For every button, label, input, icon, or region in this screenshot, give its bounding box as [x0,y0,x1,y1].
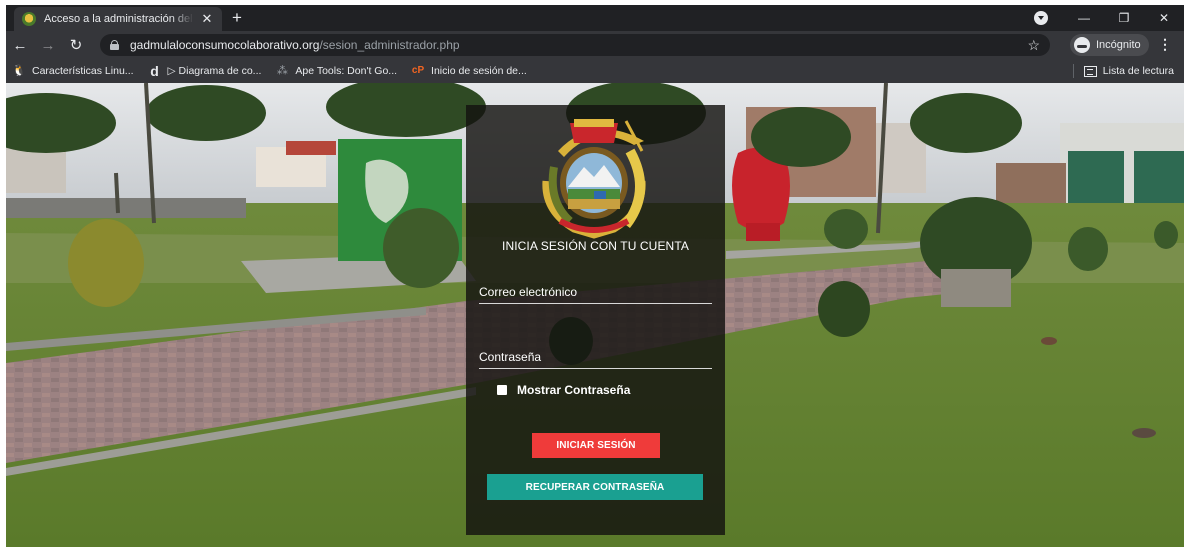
login-button[interactable]: INICIAR SESIÓN [532,433,660,458]
login-card: INICIA SESIÓN CON TU CUENTA Correo elect… [466,105,725,535]
url-text[interactable]: gadmulaloconsumocolaborativo.org/sesion_… [130,38,460,52]
browser-tab[interactable]: Acceso a la administración del co ✕ [14,7,222,31]
tab-title: Acceso a la administración del co [44,13,194,25]
password-field[interactable]: Contraseña [479,350,712,369]
show-password-label: Mostrar Contraseña [517,383,631,397]
browser-toolbar: ← → ↻ gadmulaloconsumocolaborativo.org/s… [6,31,1184,59]
show-password-toggle[interactable]: Mostrar Contraseña [497,383,630,397]
menu-kebab-icon[interactable]: ⋮ [1158,36,1172,53]
bookmark-item[interactable]: d ▷ Diagrama de co... [148,63,262,79]
municipal-seal-logo [542,119,646,239]
bookmark-item[interactable]: cP Inicio de sesión de... [411,64,527,78]
minimize-button[interactable]: — [1064,11,1104,25]
show-password-checkbox[interactable] [497,385,507,395]
back-arrow-icon[interactable]: ← [6,37,34,54]
page-viewport: INICIA SESIÓN CON TU CUENTA Correo elect… [6,83,1184,547]
window-close-button[interactable]: ✕ [1144,11,1184,25]
recover-password-button[interactable]: RECUPERAR CONTRASEÑA [487,474,703,500]
bookmark-star-icon[interactable]: ☆ [1027,37,1040,54]
incognito-icon [1074,37,1090,53]
tab-search-icon[interactable] [1034,11,1048,25]
lock-icon[interactable] [110,40,119,50]
address-bar[interactable]: gadmulaloconsumocolaborativo.org/sesion_… [100,34,1050,56]
bookmark-item[interactable]: ⁂ Ape Tools: Don't Go... [275,64,397,78]
new-tab-button[interactable]: + [232,9,242,27]
email-field[interactable]: Correo electrónico [479,285,712,304]
tab-close-icon[interactable]: ✕ [200,11,214,27]
site-favicon-icon [22,12,36,26]
d-logo-icon: d [150,63,159,79]
bookmark-label: Características Linu... [32,65,134,77]
window-controls: — ❐ ✕ [1034,5,1184,31]
url-domain: gadmulaloconsumocolaborativo.org [130,38,320,52]
tux-icon: 🐧 [12,65,26,77]
restore-button[interactable]: ❐ [1104,11,1144,25]
cp-icon: cP [411,65,425,76]
reload-icon[interactable]: ↻ [62,36,90,54]
bookmark-label: ▷ Diagrama de co... [167,65,262,77]
tab-strip: Acceso a la administración del co ✕ + — … [6,5,1184,31]
bookmarks-bar: 🐧 Características Linu... d ▷ Diagrama d… [6,59,1184,83]
login-heading: INICIA SESIÓN CON TU CUENTA [502,239,689,253]
bookmark-label: Inicio de sesión de... [431,65,527,77]
reading-list-label: Lista de lectura [1102,65,1174,77]
browser-window: Acceso a la administración del co ✕ + — … [6,5,1184,547]
bookmark-label: Ape Tools: Don't Go... [295,65,398,77]
forward-arrow-icon[interactable]: → [34,37,62,54]
reading-list-button[interactable]: Lista de lectura [1072,64,1174,78]
incognito-label: Incógnito [1096,39,1141,51]
ape-icon: ⁂ [276,65,288,77]
reading-list-icon [1083,65,1097,77]
url-path: /sesion_administrador.php [319,38,460,52]
separator [1072,64,1074,78]
bookmark-item[interactable]: 🐧 Características Linu... [12,64,134,78]
incognito-badge[interactable]: Incógnito [1070,34,1149,56]
